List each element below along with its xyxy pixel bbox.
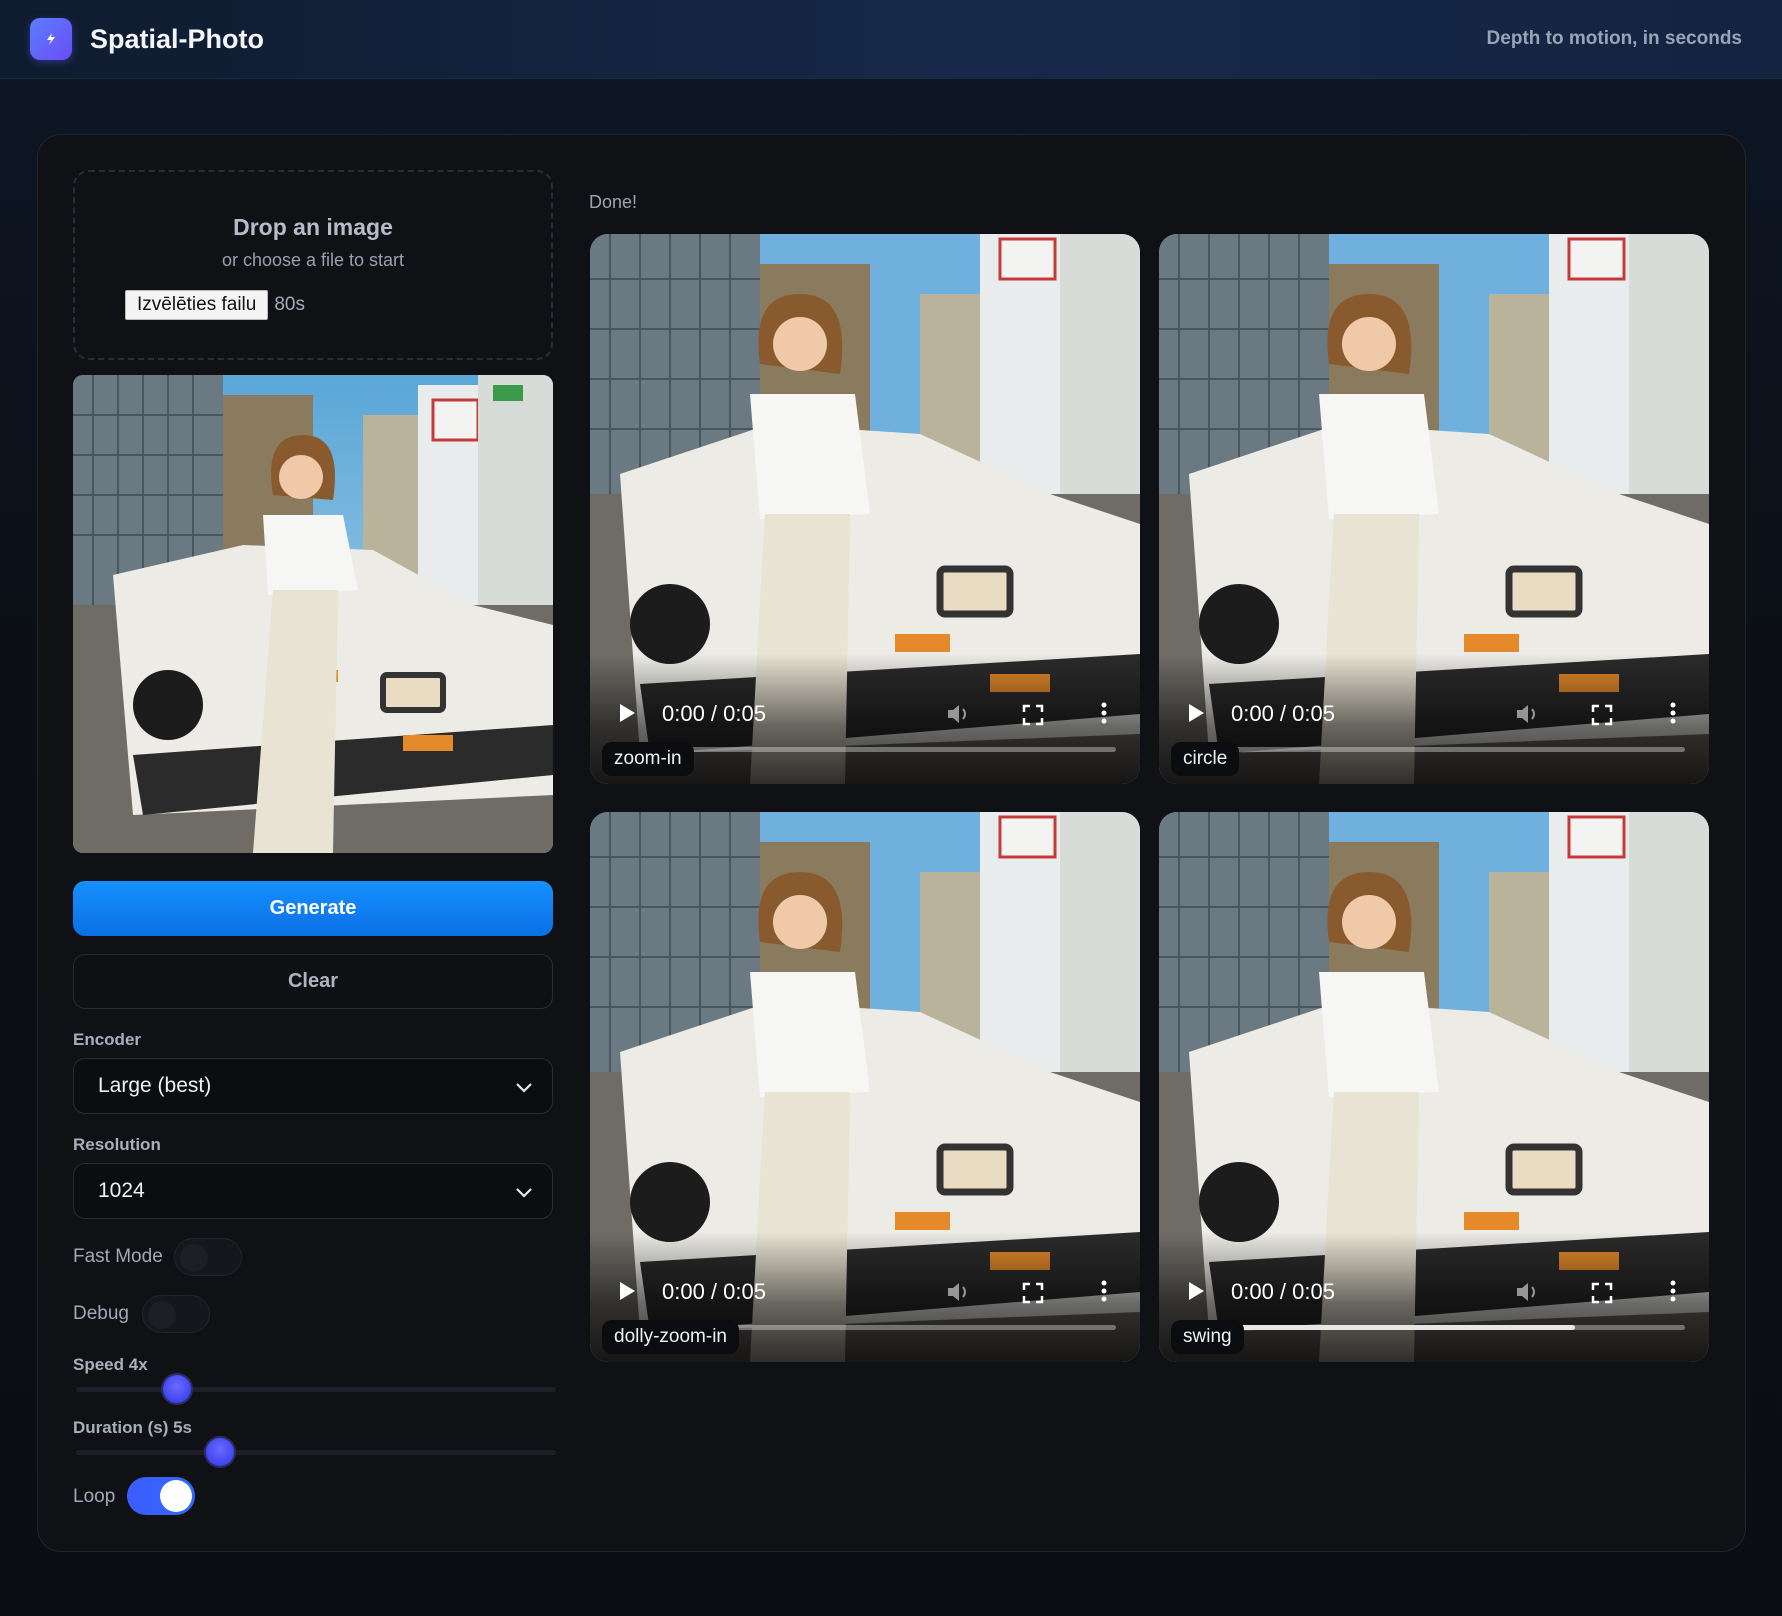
speed-label: Speed 4x — [73, 1355, 148, 1374]
top-bar: Spatial-Photo Depth to motion, in second… — [0, 0, 1782, 79]
encoder-value: Large (best) — [98, 1074, 212, 1097]
dropzone-title: Drop an image — [233, 214, 393, 240]
resolution-value: 1024 — [98, 1179, 145, 1202]
dropzone-subtitle: or choose a file to start — [221, 250, 405, 270]
video-time: 0:00 / 0:05 — [1231, 701, 1335, 726]
video-time: 0:00 / 0:05 — [662, 1279, 766, 1304]
duration-slider-thumb[interactable] — [206, 1438, 234, 1466]
image-dropzone[interactable]: Drop an image or choose a file to start … — [73, 170, 553, 360]
video-label: dolly-zoom-in — [602, 1320, 739, 1354]
chevron-down-icon — [516, 1083, 532, 1093]
fullscreen-icon[interactable] — [1022, 704, 1044, 731]
video-label: zoom-in — [602, 742, 694, 776]
video-time: 0:00 / 0:05 — [1231, 1279, 1335, 1304]
debug-label: Debug — [73, 1303, 129, 1324]
resolution-select[interactable]: 1024 — [73, 1163, 553, 1219]
volume-icon[interactable] — [1515, 1280, 1541, 1309]
more-options-icon[interactable] — [1669, 701, 1677, 730]
resolution-label: Resolution — [73, 1135, 161, 1154]
fast-mode-toggle[interactable] — [174, 1238, 242, 1276]
video-player[interactable]: 0:00 / 0:05 circle — [1159, 234, 1709, 784]
file-input-row: Izvēlēties failu 80s — [125, 290, 305, 320]
video-progress-bar[interactable] — [1183, 747, 1685, 752]
duration-label: Duration (s) 5s — [73, 1418, 193, 1437]
volume-icon[interactable] — [946, 702, 972, 731]
video-player[interactable]: 0:00 / 0:05 swing — [1159, 812, 1709, 1362]
encoder-label: Encoder — [73, 1030, 142, 1049]
chevron-down-icon — [516, 1188, 532, 1198]
play-icon[interactable] — [1187, 1281, 1205, 1306]
fullscreen-icon[interactable] — [1022, 1282, 1044, 1309]
app-title: Spatial-Photo — [90, 24, 264, 54]
fullscreen-icon[interactable] — [1591, 1282, 1613, 1309]
encoder-select[interactable]: Large (best) — [73, 1058, 553, 1114]
play-icon[interactable] — [618, 1281, 636, 1306]
fullscreen-icon[interactable] — [1591, 704, 1613, 731]
loop-label: Loop — [73, 1486, 116, 1507]
file-name: 80s — [274, 294, 305, 315]
speed-slider-thumb[interactable] — [162, 1375, 191, 1403]
video-player[interactable]: 0:00 / 0:05 zoom-in — [590, 234, 1140, 784]
more-options-icon[interactable] — [1669, 1279, 1677, 1308]
loop-toggle[interactable] — [127, 1477, 195, 1515]
duration-slider-track[interactable] — [76, 1450, 556, 1455]
play-icon[interactable] — [1187, 703, 1205, 728]
fast-mode-label: Fast Mode — [73, 1246, 163, 1267]
generate-button[interactable]: Generate — [73, 881, 553, 936]
video-player[interactable]: 0:00 / 0:05 dolly-zoom-in — [590, 812, 1140, 1362]
bolt-icon — [30, 18, 72, 60]
status-text: Done! — [589, 192, 638, 212]
video-label: swing — [1171, 1320, 1244, 1354]
tagline: Depth to motion, in seconds — [1486, 28, 1742, 49]
volume-icon[interactable] — [1515, 702, 1541, 731]
video-progress-bar[interactable] — [1183, 1325, 1685, 1330]
video-label: circle — [1171, 742, 1240, 776]
video-time: 0:00 / 0:05 — [662, 701, 766, 726]
play-icon[interactable] — [618, 703, 636, 728]
debug-toggle[interactable] — [142, 1295, 210, 1333]
speed-slider-track[interactable] — [76, 1387, 556, 1392]
choose-file-button[interactable]: Izvēlēties failu — [125, 290, 269, 320]
more-options-icon[interactable] — [1100, 1279, 1108, 1308]
more-options-icon[interactable] — [1100, 701, 1108, 730]
image-preview — [73, 375, 553, 853]
clear-button[interactable]: Clear — [73, 954, 553, 1009]
volume-icon[interactable] — [946, 1280, 972, 1309]
